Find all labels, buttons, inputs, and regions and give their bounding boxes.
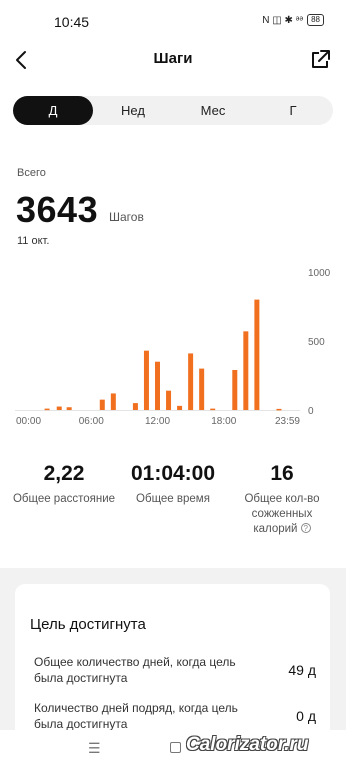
chart-bar[interactable] <box>143 350 149 410</box>
total-label: Всего <box>17 167 46 179</box>
stat-calories-value: 16 <box>270 462 294 485</box>
stat-time: 01:04:00 Общее время <box>118 462 228 507</box>
stat-distance-label: Общее расстояние <box>12 493 116 505</box>
goal-row-total-value: 49 д <box>288 662 316 678</box>
stat-distance-value: 2,22 <box>43 462 85 485</box>
chart-x-tick-label: 00:00 <box>16 416 41 427</box>
status-indicator-icons: N ◫ ✱ ᵊᵊ <box>262 14 304 26</box>
chart-bar[interactable] <box>254 299 260 410</box>
status-time: 10:45 <box>54 14 90 30</box>
stat-distance: 2,22 Общее расстояние <box>4 462 124 507</box>
chart-bar[interactable] <box>199 368 205 410</box>
steps-bar-chart: 1000 500 0 00:00 06:00 12:00 18:00 23:59 <box>15 268 331 427</box>
chart-bar[interactable] <box>188 353 194 410</box>
chart-bar[interactable] <box>210 408 216 411</box>
info-icon[interactable]: ? <box>300 523 311 533</box>
stat-calories: 16 Общее кол-во сожженных калорий ? <box>236 462 328 537</box>
watermark: Calorizator.ru <box>186 734 309 755</box>
chart-bar[interactable] <box>110 393 116 410</box>
goal-row-total: Общее количество дней, когда цель была д… <box>34 654 324 686</box>
stats-row: 2,22 Общее расстояние 01:04:00 Общее вре… <box>0 462 346 542</box>
chart-y-tick-label: 1000 <box>308 268 331 279</box>
status-bar: 10:45 N ◫ ✱ ᵊᵊ 88 <box>0 0 346 36</box>
chart-bar[interactable] <box>56 406 62 410</box>
chart-x-tick-label: 06:00 <box>79 416 104 427</box>
chart-x-tick-label: 23:59 <box>275 416 300 427</box>
total-steps-value: 3643 <box>16 189 99 230</box>
chart-x-tick-label: 12:00 <box>145 416 170 427</box>
share-icon[interactable] <box>308 48 332 72</box>
chart-bar[interactable] <box>243 331 249 410</box>
tab-day[interactable]: Д <box>13 96 93 125</box>
goal-row-streak-label: Количество дней подряд, когда цель была … <box>34 701 238 731</box>
chart-bar[interactable] <box>155 361 160 410</box>
goal-row-streak-value: 0 д <box>296 708 316 724</box>
chart-bar[interactable] <box>276 408 282 411</box>
page-title: Шаги <box>153 50 193 67</box>
goal-section: Цель достигнута Общее количество дней, к… <box>0 568 346 738</box>
status-icons: N ◫ ✱ ᵊᵊ 88 <box>262 14 324 26</box>
goal-row-streak: Количество дней подряд, когда цель была … <box>34 700 324 732</box>
battery-icon: 88 <box>307 14 324 26</box>
chart-bar[interactable] <box>99 399 105 410</box>
goal-card: Цель достигнута Общее количество дней, к… <box>15 584 330 738</box>
chart-bar[interactable] <box>177 405 183 410</box>
tab-year[interactable]: Г <box>253 96 333 125</box>
tab-week[interactable]: Нед <box>93 96 173 125</box>
menu-icon[interactable]: ☰ <box>88 740 101 757</box>
chart-bar[interactable] <box>44 408 50 411</box>
header: Шаги <box>0 40 346 80</box>
total-steps-unit: Шагов <box>109 210 144 224</box>
summary-date: 11 окт. <box>17 235 50 247</box>
tab-month[interactable]: Мес <box>173 96 253 125</box>
stat-calories-label-wrap: Общее кол-во сожженных калорий ? <box>236 492 328 537</box>
chart-bar[interactable] <box>232 369 238 410</box>
chart-bar[interactable] <box>166 390 172 410</box>
navigation-bar: ☰ Calorizator.ru <box>0 730 346 768</box>
stat-time-value: 01:04:00 <box>130 462 216 485</box>
chart-y-tick-label: 500 <box>308 337 325 348</box>
stat-time-label: Общее время <box>136 493 210 505</box>
goal-row-total-label: Общее количество дней, когда цель была д… <box>34 655 236 685</box>
chart-x-tick-label: 18:00 <box>211 416 236 427</box>
chart-bar[interactable] <box>132 403 138 410</box>
period-tabs: Д Нед Мес Г <box>13 96 333 125</box>
chart-y-tick-label: 0 <box>308 406 314 417</box>
goal-title: Цель достигнута <box>30 616 146 633</box>
home-icon[interactable] <box>170 742 181 753</box>
chart-bar[interactable] <box>66 407 72 410</box>
